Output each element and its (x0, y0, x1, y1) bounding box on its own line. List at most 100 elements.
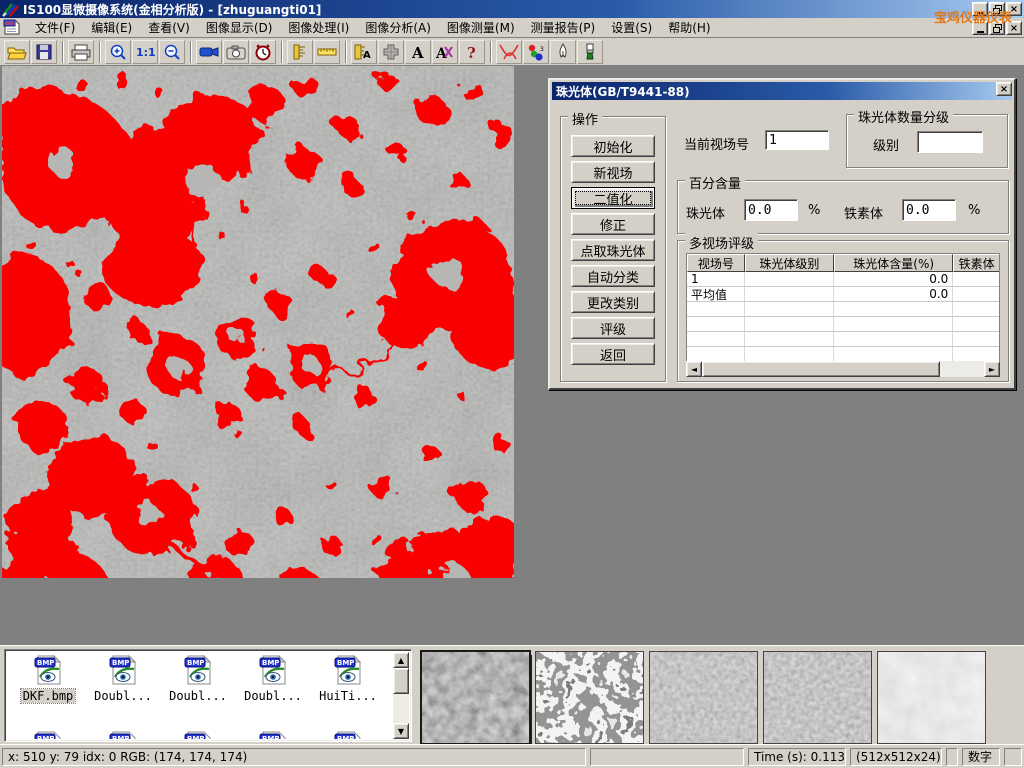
menu-image-process[interactable]: 图像处理(I) (280, 17, 357, 38)
change-class-button[interactable]: 更改类别 (571, 291, 655, 313)
thumbnail-1[interactable] (422, 652, 529, 743)
file-item[interactable]: BMP DKF.bmp (13, 654, 83, 703)
file-name[interactable]: Doubl... (167, 689, 229, 703)
micrograph-image[interactable] (2, 66, 514, 578)
ruler-button[interactable] (314, 40, 340, 64)
save-button[interactable] (31, 40, 57, 64)
svg-text:BMP: BMP (187, 659, 204, 667)
scroll-right-arrow[interactable]: ► (984, 361, 1000, 377)
file-name-selected[interactable]: DKF.bmp (21, 689, 76, 703)
svg-text:BMP: BMP (262, 659, 279, 667)
operations-group-label: 操作 (568, 109, 602, 128)
menu-settings[interactable]: 设置(S) (603, 17, 660, 38)
child-minimize-button[interactable] (972, 21, 988, 35)
file-name[interactable]: HuiTi... (317, 689, 379, 703)
text-button[interactable]: A (405, 40, 431, 64)
menu-image-display[interactable]: 图像显示(D) (198, 17, 281, 38)
menu-image-measure[interactable]: 图像测量(M) (439, 17, 523, 38)
file-item[interactable]: BMP Doubl... (163, 654, 233, 703)
scroll-left-arrow[interactable]: ◄ (686, 361, 702, 377)
table-hscrollbar[interactable]: ◄ ► (686, 361, 1000, 377)
menu-image-analysis[interactable]: 图像分析(A) (357, 17, 439, 38)
file-item[interactable]: BMP (238, 730, 308, 739)
video-camera-icon (199, 44, 219, 60)
minimize-button[interactable] (972, 2, 988, 16)
close-button[interactable]: × (1006, 2, 1022, 16)
thumbnail-2[interactable] (536, 652, 643, 743)
rating-table[interactable]: 视场号 珠光体级别 珠光体含量(%) 铁素体 1 0.0 平均值 (686, 253, 1000, 363)
file-browser-vscrollbar[interactable]: ▲ ▼ (393, 652, 409, 739)
init-button[interactable]: 初始化 (571, 135, 655, 157)
dialog-title-bar[interactable]: 珠光体(GB/T9441-88) (552, 82, 1012, 100)
level-input[interactable] (917, 131, 983, 153)
open-button[interactable] (4, 40, 30, 64)
dialog-close-button[interactable]: × (996, 82, 1012, 96)
help-button[interactable]: ? (459, 40, 485, 64)
vscroll-thumb[interactable] (393, 668, 409, 694)
thumbnail-4[interactable] (764, 652, 871, 743)
grid-button[interactable] (378, 40, 404, 64)
grade-button[interactable]: 评级 (571, 317, 655, 339)
document-icon[interactable]: DOC (3, 19, 21, 36)
return-button[interactable]: 返回 (571, 343, 655, 365)
pick-pearlite-button[interactable]: 点取珠光体 (571, 239, 655, 261)
file-item[interactable]: BMP Doubl... (238, 654, 308, 703)
file-item[interactable]: BMP HuiTi... (313, 654, 383, 703)
ferrite-percent-input[interactable] (902, 199, 956, 221)
menu-help[interactable]: 帮助(H) (660, 17, 718, 38)
file-item[interactable]: BMP (313, 730, 383, 739)
scroll-up-arrow[interactable]: ▲ (393, 652, 409, 668)
binarize-button[interactable]: 二值化 (571, 187, 655, 209)
file-browser[interactable]: BMP DKF.bmp BMP Doubl... (4, 649, 412, 742)
current-field-input[interactable] (765, 130, 829, 150)
snapshot-button[interactable] (223, 40, 249, 64)
caliper-button[interactable] (287, 40, 313, 64)
new-field-button[interactable]: 新视场 (571, 161, 655, 183)
menu-edit[interactable]: 编辑(E) (83, 17, 140, 38)
col-pearlite-grade[interactable]: 珠光体级别 (745, 254, 834, 272)
toolbar-separator (190, 41, 192, 63)
toolbar-separator (345, 41, 347, 63)
correct-button[interactable]: 修正 (571, 213, 655, 235)
classify-button[interactable]: 3 (523, 40, 549, 64)
pearlite-label: 珠光体 (686, 203, 725, 222)
auto-classify-button[interactable]: 自动分类 (571, 265, 655, 287)
svg-text:?: ? (467, 44, 476, 61)
print-button[interactable] (68, 40, 94, 64)
video-capture-button[interactable] (196, 40, 222, 64)
actual-size-button[interactable]: 1:1 (132, 40, 158, 64)
col-pearlite-content[interactable]: 珠光体含量(%) (834, 254, 953, 272)
child-close-button[interactable]: × (1006, 21, 1022, 35)
pearlite-percent-input[interactable] (744, 199, 798, 221)
hscroll-thumb[interactable] (702, 361, 940, 377)
timer-button[interactable] (250, 40, 276, 64)
restore-button[interactable] (989, 2, 1005, 16)
file-item[interactable]: BMP (88, 730, 158, 739)
col-ferrite[interactable]: 铁素体 (953, 254, 999, 272)
menu-file[interactable]: 文件(F) (27, 17, 83, 38)
table-row[interactable]: 平均值 0.0 (687, 287, 999, 302)
bmp-file-icon: BMP (257, 654, 289, 686)
file-name[interactable]: Doubl... (242, 689, 304, 703)
thumbnail-3[interactable] (650, 652, 757, 743)
brush-tool-button[interactable] (577, 40, 603, 64)
status-blank-panel (946, 748, 958, 766)
thumbnail-5[interactable] (878, 652, 985, 743)
measure-text-button[interactable]: A (351, 40, 377, 64)
menu-view[interactable]: 查看(V) (140, 17, 198, 38)
zoom-out-button[interactable] (159, 40, 185, 64)
annotate-button[interactable]: A (432, 40, 458, 64)
zoom-in-button[interactable] (105, 40, 131, 64)
file-item[interactable]: BMP Doubl... (88, 654, 158, 703)
col-field-no[interactable]: 视场号 (687, 254, 745, 272)
menu-measure-report[interactable]: 测量报告(P) (523, 17, 604, 38)
curve-tool-button[interactable] (496, 40, 522, 64)
cell-content: 0.0 (834, 287, 953, 301)
file-item[interactable]: BMP (163, 730, 233, 739)
scroll-down-arrow[interactable]: ▼ (393, 723, 409, 739)
file-item[interactable]: BMP (13, 730, 83, 739)
table-row[interactable]: 1 0.0 (687, 272, 999, 287)
file-name[interactable]: Doubl... (92, 689, 154, 703)
child-restore-button[interactable] (989, 21, 1005, 35)
pen-tool-button[interactable] (550, 40, 576, 64)
